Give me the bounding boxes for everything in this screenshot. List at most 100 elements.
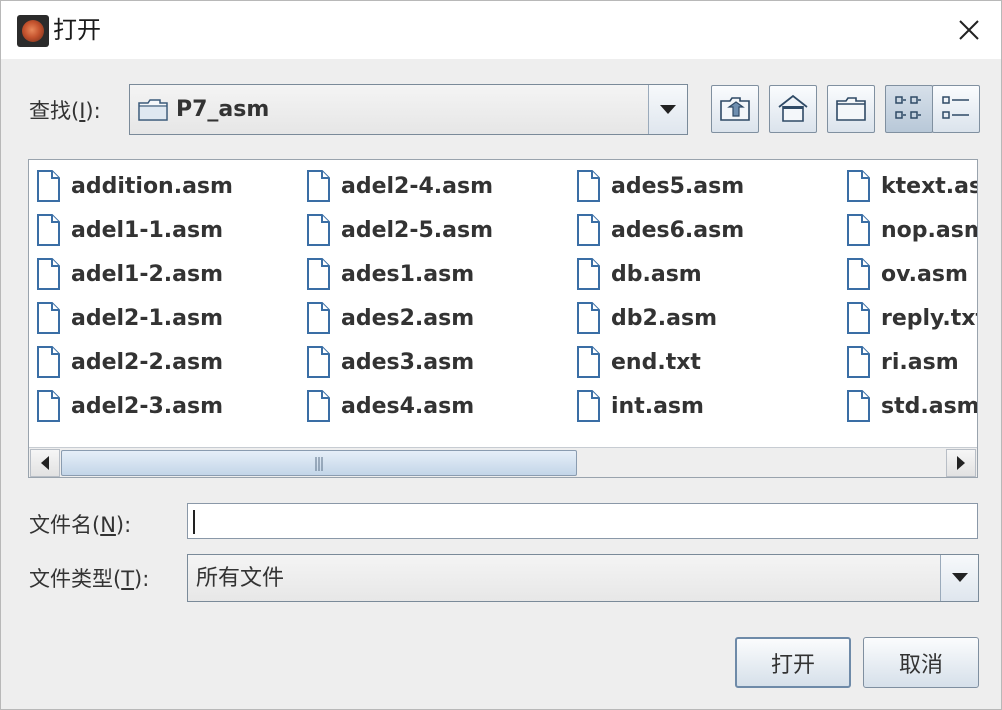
file-icon — [847, 170, 870, 202]
file-icon — [37, 346, 60, 378]
file-name-input[interactable] — [188, 504, 977, 538]
cancel-button[interactable]: 取消 — [863, 637, 979, 688]
open-file-dialog: 打开 查找(I): P7_asm std.asm ri.asm reply.tx… — [0, 0, 1002, 710]
look-in-dropdown-button[interactable] — [648, 85, 687, 134]
file-list[interactable]: std.asm ri.asm reply.txt ov.asm nop.asm ktext… — [28, 159, 978, 478]
file-name: reply.txt — [881, 305, 978, 331]
list-view-icon — [895, 96, 921, 119]
file-list-item[interactable]: end.txt — [569, 340, 701, 384]
close-icon — [959, 20, 979, 40]
file-list-item[interactable]: nop.asm — [839, 208, 977, 252]
file-list-item[interactable]: ades1.asm — [299, 252, 474, 296]
file-icon — [37, 302, 60, 334]
file-icon — [847, 258, 870, 290]
scroll-right-button[interactable] — [946, 449, 976, 477]
up-folder-icon — [720, 97, 750, 121]
file-list-item[interactable]: adel1-2.asm — [29, 252, 223, 296]
file-list-item[interactable]: adel2-4.asm — [299, 164, 493, 208]
file-name: ov.asm — [881, 261, 968, 287]
file-list-item[interactable]: ades5.asm — [569, 164, 744, 208]
file-name: adel1-2.asm — [71, 261, 224, 287]
file-type-label: 文件类型(T): — [29, 567, 150, 591]
file-name-label: 文件名(N): — [29, 513, 132, 537]
home-button[interactable] — [769, 85, 817, 133]
file-type-value: 所有文件 — [196, 566, 285, 591]
home-icon — [778, 94, 808, 122]
file-list-item[interactable]: ades4.asm — [299, 384, 474, 428]
file-icon — [577, 214, 600, 246]
file-list-item[interactable]: adel2-1.asm — [29, 296, 223, 340]
app-icon — [17, 15, 49, 47]
file-icon — [37, 390, 60, 422]
close-button[interactable] — [947, 9, 991, 51]
file-icon — [847, 214, 870, 246]
file-list-item[interactable]: reply.txt — [839, 296, 978, 340]
file-name: db.asm — [611, 261, 702, 287]
file-list-item[interactable]: db.asm — [569, 252, 702, 296]
file-list-item[interactable]: ades2.asm — [299, 296, 474, 340]
file-list-item[interactable]: ades3.asm — [299, 340, 474, 384]
file-name: ktext.asm — [881, 173, 977, 199]
file-list-item[interactable]: db2.asm — [569, 296, 717, 340]
file-type-combo[interactable]: 所有文件 — [187, 554, 979, 602]
file-icon — [37, 258, 60, 290]
file-name: ri.asm — [881, 349, 959, 375]
file-icon — [307, 258, 330, 290]
file-list-item[interactable]: addition.asm — [29, 164, 233, 208]
list-view-button[interactable] — [885, 85, 933, 133]
file-list-item[interactable]: adel2-3.asm — [29, 384, 223, 428]
file-name: addition.asm — [71, 173, 233, 199]
file-name: adel2-5.asm — [341, 217, 494, 243]
scroll-left-button[interactable] — [30, 449, 60, 477]
file-icon — [847, 390, 870, 422]
file-icon — [37, 214, 60, 246]
file-icon — [847, 302, 870, 334]
title-bar: 打开 — [1, 1, 1001, 59]
details-view-button[interactable] — [932, 85, 980, 133]
file-list-item[interactable]: adel1-1.asm — [29, 208, 223, 252]
file-list-item[interactable]: std.asm — [839, 384, 978, 428]
file-name: ades6.asm — [611, 217, 745, 243]
file-icon — [307, 346, 330, 378]
file-icon — [37, 170, 60, 202]
file-list-item[interactable]: ri.asm — [839, 340, 959, 384]
file-icon — [577, 346, 600, 378]
scrollbar-thumb[interactable] — [61, 450, 577, 476]
file-name: std.asm — [881, 393, 978, 419]
file-list-item[interactable]: ktext.asm — [839, 164, 977, 208]
new-folder-icon — [836, 97, 866, 121]
file-icon — [847, 346, 870, 378]
file-list-item[interactable]: ov.asm — [839, 252, 968, 296]
file-icon — [307, 302, 330, 334]
file-icon — [307, 170, 330, 202]
file-name: ades2.asm — [341, 305, 475, 331]
file-name: ades4.asm — [341, 393, 475, 419]
file-name: ades3.asm — [341, 349, 475, 375]
file-type-dropdown-button[interactable] — [940, 555, 978, 601]
file-icon — [577, 258, 600, 290]
look-in-label: 查找(I): — [29, 99, 101, 123]
up-one-level-button[interactable] — [711, 85, 759, 133]
file-list-item[interactable]: ades6.asm — [569, 208, 744, 252]
chevron-right-icon — [957, 456, 965, 470]
chevron-down-icon — [951, 573, 968, 582]
horizontal-scrollbar[interactable] — [29, 447, 977, 477]
new-folder-button[interactable] — [827, 85, 875, 133]
folder-icon — [138, 99, 168, 121]
file-icon — [577, 170, 600, 202]
open-button[interactable]: 打开 — [735, 637, 851, 688]
look-in-combo[interactable]: P7_asm — [129, 84, 688, 135]
file-icon — [307, 214, 330, 246]
file-name: int.asm — [611, 393, 704, 419]
file-name: adel2-4.asm — [341, 173, 494, 199]
file-name: ades5.asm — [611, 173, 745, 199]
file-name: adel2-1.asm — [71, 305, 224, 331]
file-name-field[interactable] — [187, 503, 978, 539]
file-list-item[interactable]: adel2-2.asm — [29, 340, 223, 384]
look-in-value: P7_asm — [176, 97, 270, 122]
grip-icon — [315, 457, 323, 471]
file-list-item[interactable]: adel2-5.asm — [299, 208, 493, 252]
file-list-item[interactable]: int.asm — [569, 384, 704, 428]
file-name: end.txt — [611, 349, 701, 375]
file-name: adel2-3.asm — [71, 393, 224, 419]
